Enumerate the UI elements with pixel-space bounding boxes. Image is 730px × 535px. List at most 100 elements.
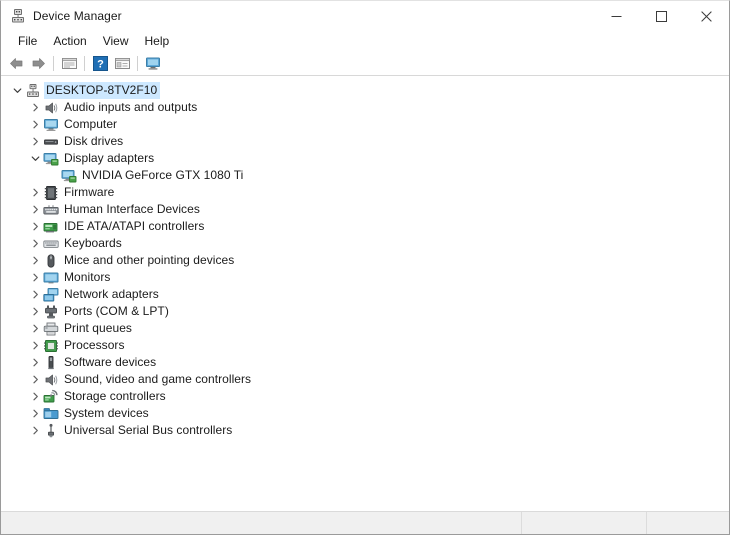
tree-row[interactable]: Print queues bbox=[1, 320, 729, 337]
menu-item-action[interactable]: Action bbox=[45, 32, 94, 51]
device-manager-window: Device Manager File Action View Help ? D… bbox=[0, 0, 730, 535]
toolbar-separator bbox=[53, 56, 54, 71]
speaker-icon bbox=[43, 372, 59, 388]
tree-row[interactable]: Storage controllers bbox=[1, 388, 729, 405]
monitor-screen-icon bbox=[43, 270, 59, 286]
menu-item-help[interactable]: Help bbox=[137, 32, 178, 51]
chevron-right-icon[interactable] bbox=[27, 354, 43, 371]
tree-row[interactable]: Audio inputs and outputs bbox=[1, 99, 729, 116]
forward-arrow-icon[interactable] bbox=[27, 53, 49, 74]
chevron-right-icon[interactable] bbox=[27, 303, 43, 320]
chevron-right-icon[interactable] bbox=[27, 422, 43, 439]
tree-row[interactable]: Network adapters bbox=[1, 286, 729, 303]
tree-row-label: Print queues bbox=[64, 321, 132, 335]
tree-row[interactable]: Monitors bbox=[1, 269, 729, 286]
tree-root-label: DESKTOP-8TV2F10 bbox=[44, 82, 161, 99]
tree-row-label: Firmware bbox=[64, 185, 115, 199]
menu-item-file[interactable]: File bbox=[10, 32, 45, 51]
properties-icon[interactable] bbox=[111, 53, 133, 74]
tree-row[interactable]: Human Interface Devices bbox=[1, 201, 729, 218]
port-plug-icon bbox=[43, 304, 59, 320]
tree-row-label: Display adapters bbox=[64, 151, 155, 165]
chevron-right-icon[interactable] bbox=[27, 286, 43, 303]
tree-row-label: IDE ATA/ATAPI controllers bbox=[64, 219, 205, 233]
tree-row-label: Keyboards bbox=[64, 236, 122, 250]
menu-item-view[interactable]: View bbox=[95, 32, 137, 51]
firmware-chip-icon bbox=[43, 185, 59, 201]
tree-row-label: Sound, video and game controllers bbox=[64, 372, 252, 386]
status-bar bbox=[1, 511, 729, 534]
tree-row[interactable]: Software devices bbox=[1, 354, 729, 371]
tree-row-label: NVIDIA GeForce GTX 1080 Ti bbox=[82, 168, 244, 182]
software-device-icon bbox=[43, 355, 59, 371]
toolbar-separator bbox=[137, 56, 138, 71]
chevron-right-icon[interactable] bbox=[27, 269, 43, 286]
chevron-right-icon[interactable] bbox=[27, 218, 43, 235]
tree-row[interactable]: Universal Serial Bus controllers bbox=[1, 422, 729, 439]
ide-controller-icon bbox=[43, 219, 59, 235]
tree-row[interactable]: Sound, video and game controllers bbox=[1, 371, 729, 388]
keyboard-icon bbox=[43, 236, 59, 252]
device-manager-icon bbox=[10, 8, 26, 24]
processor-icon bbox=[43, 338, 59, 354]
device-tree[interactable]: DESKTOP-8TV2F10 Audio inputs and outputs… bbox=[1, 76, 729, 511]
tree-row[interactable]: Display adapters bbox=[1, 150, 729, 167]
tree-row[interactable]: Firmware bbox=[1, 184, 729, 201]
chevron-right-icon[interactable] bbox=[27, 201, 43, 218]
monitor-icon bbox=[43, 117, 59, 133]
tree-row[interactable]: Computer bbox=[1, 116, 729, 133]
tree-row[interactable]: Keyboards bbox=[1, 235, 729, 252]
minimize-button[interactable] bbox=[594, 1, 639, 31]
chevron-right-icon[interactable] bbox=[27, 99, 43, 116]
chevron-right-icon[interactable] bbox=[27, 252, 43, 269]
chevron-down-icon[interactable] bbox=[27, 150, 43, 167]
tree-row[interactable]: Ports (COM & LPT) bbox=[1, 303, 729, 320]
tree-row[interactable]: Mice and other pointing devices bbox=[1, 252, 729, 269]
help-icon[interactable]: ? bbox=[89, 53, 111, 74]
show-hide-console-tree-icon[interactable] bbox=[58, 53, 80, 74]
tree-row[interactable]: System devices bbox=[1, 405, 729, 422]
tree-row[interactable]: NVIDIA GeForce GTX 1080 Ti bbox=[1, 167, 729, 184]
system-device-icon bbox=[43, 406, 59, 422]
usb-icon bbox=[43, 423, 59, 439]
status-cell-main bbox=[1, 512, 522, 534]
status-cell-tertiary bbox=[647, 512, 729, 534]
tree-row-label: Network adapters bbox=[64, 287, 159, 301]
computer-node-icon bbox=[25, 83, 41, 99]
tree-row-label: Mice and other pointing devices bbox=[64, 253, 235, 267]
chevron-down-icon[interactable] bbox=[9, 82, 25, 99]
mouse-icon bbox=[43, 253, 59, 269]
tree-row-label: Storage controllers bbox=[64, 389, 166, 403]
tree-row[interactable]: IDE ATA/ATAPI controllers bbox=[1, 218, 729, 235]
close-button[interactable] bbox=[684, 1, 729, 31]
maximize-button[interactable] bbox=[639, 1, 684, 31]
window-title: Device Manager bbox=[33, 9, 122, 23]
network-adapter-icon bbox=[43, 287, 59, 303]
chevron-right-icon[interactable] bbox=[27, 184, 43, 201]
chevron-right-icon[interactable] bbox=[27, 235, 43, 252]
tree-row-label: System devices bbox=[64, 406, 149, 420]
tree-row-label: Human Interface Devices bbox=[64, 202, 200, 216]
tree-row-label: Monitors bbox=[64, 270, 111, 284]
display-adapter-icon bbox=[61, 168, 77, 184]
status-cell-secondary bbox=[522, 512, 647, 534]
tree-row[interactable]: Disk drives bbox=[1, 133, 729, 150]
chevron-right-icon[interactable] bbox=[27, 133, 43, 150]
chevron-right-icon[interactable] bbox=[27, 116, 43, 133]
back-arrow-icon[interactable] bbox=[5, 53, 27, 74]
menu-bar: File Action View Help bbox=[1, 31, 729, 52]
chevron-right-icon[interactable] bbox=[27, 320, 43, 337]
tree-row-label: Processors bbox=[64, 338, 125, 352]
tree-row-root[interactable]: DESKTOP-8TV2F10 bbox=[1, 82, 729, 99]
chevron-right-icon[interactable] bbox=[27, 371, 43, 388]
chevron-placeholder bbox=[45, 167, 61, 184]
chevron-right-icon[interactable] bbox=[27, 388, 43, 405]
disk-drive-icon bbox=[43, 134, 59, 150]
window-controls bbox=[594, 1, 729, 31]
scan-for-hardware-changes-icon[interactable] bbox=[142, 53, 164, 74]
chevron-right-icon[interactable] bbox=[27, 337, 43, 354]
tree-row[interactable]: Processors bbox=[1, 337, 729, 354]
display-adapter-icon bbox=[43, 151, 59, 167]
chevron-right-icon[interactable] bbox=[27, 405, 43, 422]
svg-text:?: ? bbox=[97, 59, 104, 71]
